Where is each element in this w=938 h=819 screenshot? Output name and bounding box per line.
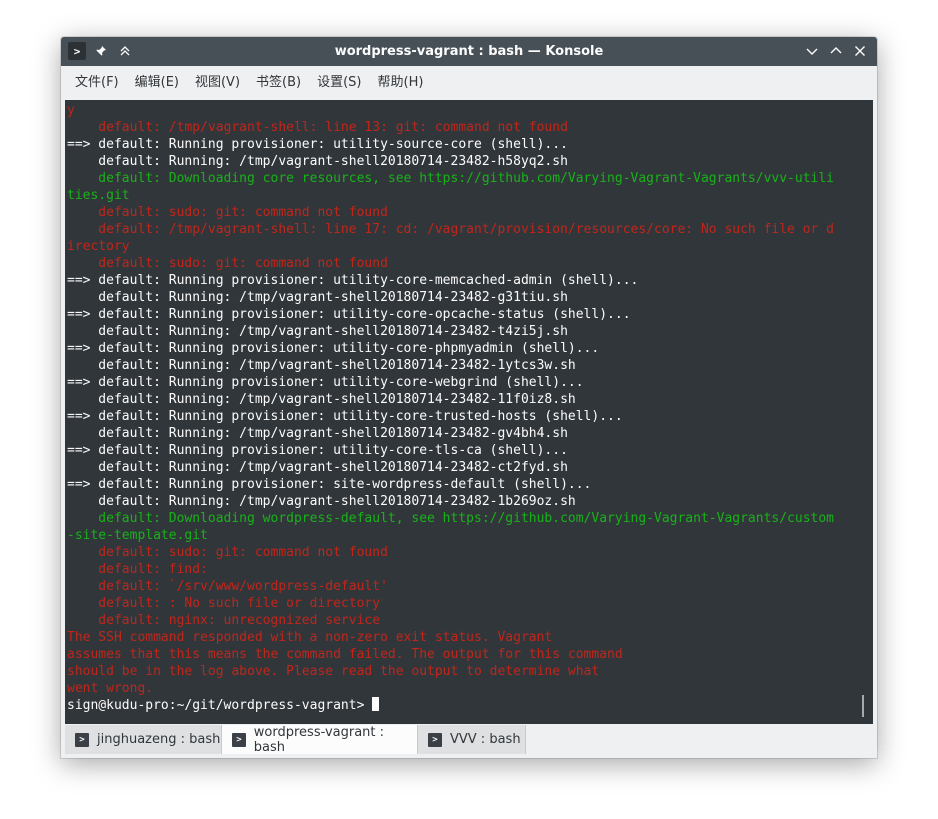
terminal-line: default: /tmp/vagrant-shell: line 17: cd… — [67, 222, 835, 237]
menu-bookmarks[interactable]: 书签(B) — [248, 70, 309, 96]
terminal-line: default: /tmp/vagrant-shell: line 13: gi… — [67, 120, 568, 135]
scrollbar[interactable] — [862, 695, 864, 717]
terminal-line: went wrong. — [67, 681, 154, 696]
terminal-line: default: Running: /tmp/vagrant-shell2018… — [67, 358, 576, 373]
terminal-line: default: Running: /tmp/vagrant-shell2018… — [67, 494, 576, 509]
terminal-line: ==> default: Running provisioner: utilit… — [67, 307, 631, 322]
menu-bar: 文件(F) 编辑(E) 视图(V) 书签(B) 设置(S) 帮助(H) — [61, 66, 877, 100]
shell-prompt[interactable]: sign@kudu-pro:~/git/wordpress-vagrant> — [67, 697, 380, 714]
tab-jinghuazeng[interactable]: > jinghuazeng : bash — [65, 725, 222, 754]
terminal-line: default: Running: /tmp/vagrant-shell2018… — [67, 460, 568, 475]
terminal-line: should be in the log above. Please read … — [67, 664, 600, 679]
terminal-line: default: nginx: unrecognized service — [67, 613, 381, 628]
terminal-line: default: sudo: git: command not found — [67, 545, 388, 560]
terminal-line: ==> default: Running provisioner: utilit… — [67, 137, 568, 152]
close-button[interactable] — [851, 42, 869, 60]
tab-bar: > jinghuazeng : bash > wordpress-vagrant… — [61, 724, 877, 758]
tab-wordpress-vagrant[interactable]: > wordpress-vagrant : bash — [222, 724, 418, 755]
terminal-line: default: Running: /tmp/vagrant-shell2018… — [67, 426, 568, 441]
terminal-line: default: Running: /tmp/vagrant-shell2018… — [67, 154, 568, 169]
terminal-line: y — [67, 103, 75, 118]
terminal-line: ==> default: Running provisioner: utilit… — [67, 443, 568, 458]
terminal-icon: > — [428, 732, 442, 747]
terminal-line: default: sudo: git: command not found — [67, 256, 388, 271]
menu-edit[interactable]: 编辑(E) — [127, 70, 187, 96]
maximize-button[interactable] — [827, 42, 845, 60]
terminal-line: default: Downloading wordpress-default, … — [67, 511, 835, 526]
terminal-line: ==> default: Running provisioner: utilit… — [67, 341, 600, 356]
terminal-line: ties.git — [67, 188, 130, 203]
minimize-button[interactable] — [803, 42, 821, 60]
terminal-icon: > — [75, 732, 89, 747]
terminal-line: ==> default: Running provisioner: site-w… — [67, 477, 592, 492]
terminal-line: default: Running: /tmp/vagrant-shell2018… — [67, 324, 568, 339]
tab-label: VVV : bash — [450, 732, 521, 747]
terminal-output[interactable]: y default: /tmp/vagrant-shell: line 13: … — [65, 100, 873, 724]
terminal-line: ==> default: Running provisioner: utilit… — [67, 273, 639, 288]
tab-vvv[interactable]: > VVV : bash — [418, 725, 526, 754]
terminal-line: default: Downloading core resources, see… — [67, 171, 835, 186]
terminal-line: assumes that this means the command fail… — [67, 647, 623, 662]
terminal-line: default: Running: /tmp/vagrant-shell2018… — [67, 290, 568, 305]
terminal-line: default: : No such file or directory — [67, 596, 381, 611]
tab-label: jinghuazeng : bash — [97, 732, 221, 747]
menu-help[interactable]: 帮助(H) — [370, 70, 432, 96]
terminal-line: ==> default: Running provisioner: utilit… — [67, 409, 623, 424]
text-cursor — [372, 697, 380, 711]
terminal-line: default: Running: /tmp/vagrant-shell2018… — [67, 392, 576, 407]
tab-label: wordpress-vagrant : bash — [253, 724, 385, 755]
terminal-line: -site-template.git — [67, 528, 208, 543]
title-bar[interactable]: > wordpress-vagrant : bash — Konsole — [61, 37, 877, 66]
window-title: wordpress-vagrant : bash — Konsole — [334, 44, 604, 59]
terminal-icon: > — [232, 732, 246, 747]
terminal-line: The SSH command responded with a non-zer… — [67, 630, 553, 645]
terminal-line: default: sudo: git: command not found — [67, 205, 388, 220]
menu-settings[interactable]: 设置(S) — [309, 70, 369, 96]
terminal-line: default: find: — [67, 562, 208, 577]
menu-view[interactable]: 视图(V) — [187, 70, 248, 96]
terminal-line: default: `/srv/www/wordpress-default' — [67, 579, 388, 594]
terminal-line: ==> default: Running provisioner: utilit… — [67, 375, 584, 390]
menu-file[interactable]: 文件(F) — [67, 70, 127, 96]
terminal-line: irectory — [67, 239, 130, 254]
konsole-window: > wordpress-vagrant : bash — Konsole 文件(… — [61, 37, 877, 758]
prompt-text: sign@kudu-pro:~/git/wordpress-vagrant> — [67, 698, 373, 713]
